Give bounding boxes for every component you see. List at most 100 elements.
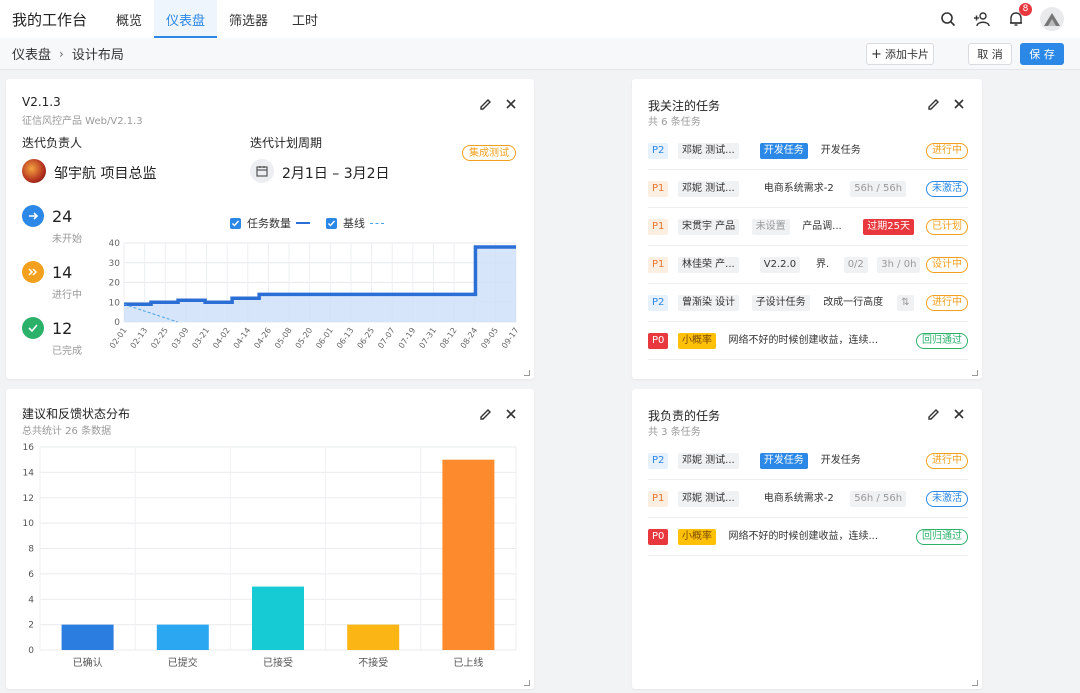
y-tick-label: 0 — [28, 646, 34, 656]
breadcrumb-bar: 仪表盘 › 设计布局 + 添加卡片 取 消 保 存 — [0, 38, 1080, 70]
brand-title[interactable]: 我的工作台 — [0, 9, 104, 30]
task-chip: 小概率 — [678, 529, 716, 545]
y-tick-label: 16 — [23, 443, 35, 453]
double-arrow-icon — [22, 261, 44, 283]
priority-badge: P2 — [648, 453, 669, 469]
x-tick-label: 02-13 — [129, 326, 150, 350]
x-tick-label: 04-14 — [232, 326, 253, 350]
task-row[interactable]: P2 曾渐染 设计 子设计任务 改成一行高度 ⇅ 进行中 — [648, 284, 968, 322]
feedback-title: 建议和反馈状态分布 — [22, 407, 131, 421]
owner-name: 邹宇航 项目总监 — [54, 166, 157, 182]
edit-icon[interactable] — [478, 407, 492, 421]
priority-badge: P1 — [648, 181, 669, 197]
add-card-button[interactable]: + 添加卡片 — [866, 43, 934, 65]
x-tick-label: 04-02 — [211, 326, 232, 350]
status-badge: 未激活 — [926, 181, 968, 197]
priority-badge: P2 — [648, 143, 669, 159]
check-icon — [22, 317, 44, 339]
user-avatar[interactable] — [1040, 7, 1064, 31]
resize-handle[interactable] — [972, 370, 978, 376]
bar — [442, 459, 495, 650]
card-actions — [478, 407, 518, 421]
stat-done-value: 12 — [52, 319, 73, 338]
task-row[interactable]: P2 邓妮 测试... 开发任务 开发任务 进行中 — [648, 442, 968, 480]
feedback-card: 建议和反馈状态分布 总共统计 26 条数据 0 2 4 6 8 10 12 14 16 已确认 已提… — [6, 389, 534, 689]
status-badge: 进行中 — [926, 453, 968, 469]
close-icon[interactable] — [952, 407, 966, 421]
period-label: 迭代计划周期 — [250, 136, 323, 150]
tab-overview[interactable]: 概览 — [104, 0, 154, 38]
task-chip: 56h / 56h — [850, 491, 907, 507]
burnup-chart: 01020304002-01 02-13 02-25 03-09 03-21 04-02 0… — [108, 239, 521, 350]
task-row[interactable]: P0 小概率 网络不好的时候创建收益，连续... 回归通过 — [648, 518, 968, 556]
owner-avatar — [22, 159, 46, 183]
close-icon[interactable] — [952, 97, 966, 111]
x-tick-label: 已接受 — [263, 656, 293, 669]
task-chip: 邓妮 测试... — [678, 453, 739, 469]
x-tick-label: 07-19 — [397, 326, 418, 350]
task-chip: 开发任务 — [820, 455, 861, 466]
task-row[interactable]: P2 邓妮 测试... 开发任务 开发任务 进行中 — [648, 132, 968, 170]
tab-dashboard[interactable]: 仪表盘 — [154, 0, 218, 38]
priority-badge: P0 — [648, 333, 669, 349]
x-tick-label: 已上线 — [453, 656, 483, 669]
cancel-button[interactable]: 取 消 — [968, 43, 1012, 65]
x-tick-label: 06-13 — [335, 326, 356, 350]
task-chip: 未设置 — [751, 219, 790, 235]
resize-handle[interactable] — [524, 370, 530, 376]
task-row[interactable]: P1 邓妮 测试... 电商系统需求-2 56h / 56h 未激活 — [648, 170, 968, 208]
x-tick-label: 08-12 — [438, 326, 459, 350]
card-actions — [926, 97, 966, 111]
task-chip: 邓妮 测试... — [678, 143, 739, 159]
task-row[interactable]: P1 宋贯宇 产品 未设置 产品调... 过期25天 已计划 — [648, 208, 968, 246]
edit-icon[interactable] — [926, 97, 940, 111]
checkbox-icon[interactable] — [326, 217, 337, 229]
search-icon[interactable] — [938, 9, 958, 29]
task-chip: 电商系统需求-2 — [763, 493, 834, 504]
close-icon[interactable] — [504, 97, 518, 111]
y-tick-label: 0 — [114, 318, 120, 328]
edit-icon[interactable] — [926, 407, 940, 421]
y-tick-label: 40 — [109, 239, 121, 249]
y-tick-label: 30 — [109, 259, 121, 269]
x-tick-label: 不接受 — [358, 656, 388, 669]
task-row[interactable]: P0 小概率 网络不好的时候创建收益，连续... 回归通过 — [648, 322, 968, 360]
bar — [347, 624, 400, 650]
tab-filters[interactable]: 筛选器 — [217, 0, 280, 38]
task-chip: 网络不好的时候创建收益，连续... — [728, 531, 879, 542]
plus-icon: + — [871, 46, 882, 62]
iteration-period: 2月1日 – 3月2日 — [282, 166, 390, 182]
task-chip: 小概率 — [678, 333, 716, 349]
breadcrumb: 仪表盘 › 设计布局 — [0, 44, 124, 64]
add-user-icon[interactable] — [972, 9, 992, 29]
task-chip: 开发任务 — [759, 143, 808, 159]
iteration-subtitle: 征信风控产品 Web/V2.1.3 — [22, 116, 143, 127]
task-chip: 宋贯宇 产品 — [678, 219, 740, 235]
resize-handle[interactable] — [972, 680, 978, 686]
stage-tag: 集成测试 — [462, 145, 516, 161]
resize-handle[interactable] — [524, 680, 530, 686]
task-row[interactable]: P1 邓妮 测试... 电商系统需求-2 56h / 56h 未激活 — [648, 480, 968, 518]
watched-subtitle: 共 6 条任务 — [648, 117, 701, 128]
edit-icon[interactable] — [478, 97, 492, 111]
task-row[interactable]: P1 林佳荣 产... V2.2.0 界. 0/2 3h / 0h 设计中 — [648, 246, 968, 284]
priority-badge: P0 — [648, 529, 669, 545]
y-tick-label: 2 — [28, 621, 34, 631]
checkbox-icon[interactable] — [230, 217, 241, 229]
owned-title: 我负责的任务 — [648, 409, 721, 423]
x-tick-label: 07-07 — [376, 326, 397, 350]
task-chip: 0/2 — [843, 257, 868, 273]
breadcrumb-dashboard[interactable]: 仪表盘 — [12, 44, 51, 63]
watched-title: 我关注的任务 — [648, 99, 721, 113]
card-actions — [926, 407, 966, 421]
bell-icon[interactable]: 8 — [1006, 3, 1032, 29]
calendar-icon — [250, 159, 274, 183]
feedback-bar-chart: 0 2 4 6 8 10 12 14 16 已确认 已提交 已接受 不接受 已上线 — [23, 443, 517, 669]
status-badge: 进行中 — [926, 295, 968, 311]
x-tick-label: 08-24 — [459, 326, 480, 350]
legend-task-count: 任务数量 — [247, 217, 291, 230]
task-chip: ⇅ — [897, 295, 914, 311]
close-icon[interactable] — [504, 407, 518, 421]
tab-worktime[interactable]: 工时 — [280, 0, 330, 38]
save-button[interactable]: 保 存 — [1020, 43, 1064, 65]
